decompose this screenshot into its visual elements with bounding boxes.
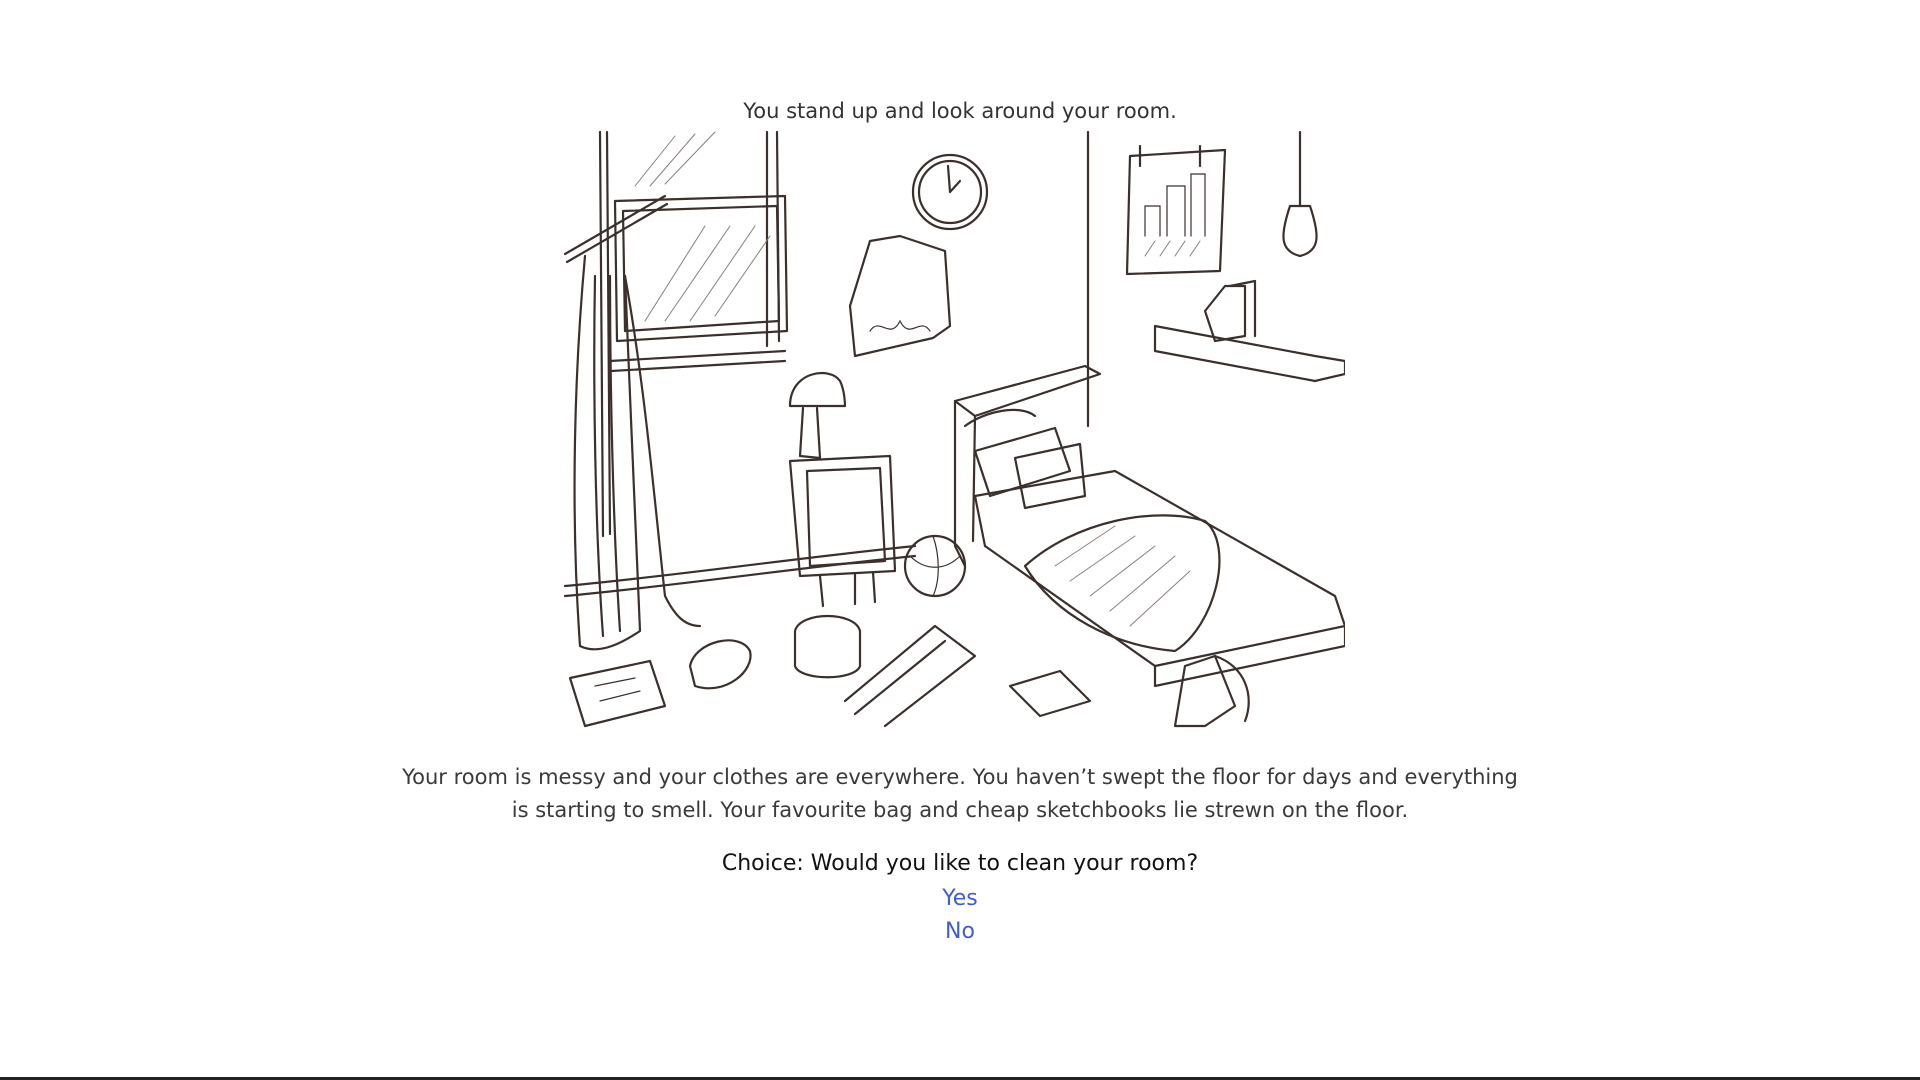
bed <box>953 364 1345 688</box>
hanging-shirt <box>848 234 952 358</box>
choice-no-link[interactable]: No <box>0 915 1920 948</box>
wall-shelf <box>1153 279 1345 383</box>
story-page: You stand up and look around your room. <box>0 0 1920 1080</box>
wall-poster <box>1125 144 1227 276</box>
floor-clutter <box>568 614 1250 728</box>
scene-description: Your room is messy and your clothes are … <box>402 765 1518 822</box>
intro-text: You stand up and look around your room. <box>743 99 1177 123</box>
room-illustration <box>555 126 1345 730</box>
nightstand <box>788 372 897 608</box>
choice-options: Yes No <box>0 882 1920 948</box>
choice-yes-link[interactable]: Yes <box>0 882 1920 915</box>
ceiling-lamp <box>1282 130 1318 258</box>
choice-prompt: Choice: Would you like to clean your roo… <box>721 851 1199 876</box>
wall-clock <box>911 153 989 231</box>
curtain <box>563 194 702 651</box>
bedroom-sketch-image <box>563 130 1345 728</box>
